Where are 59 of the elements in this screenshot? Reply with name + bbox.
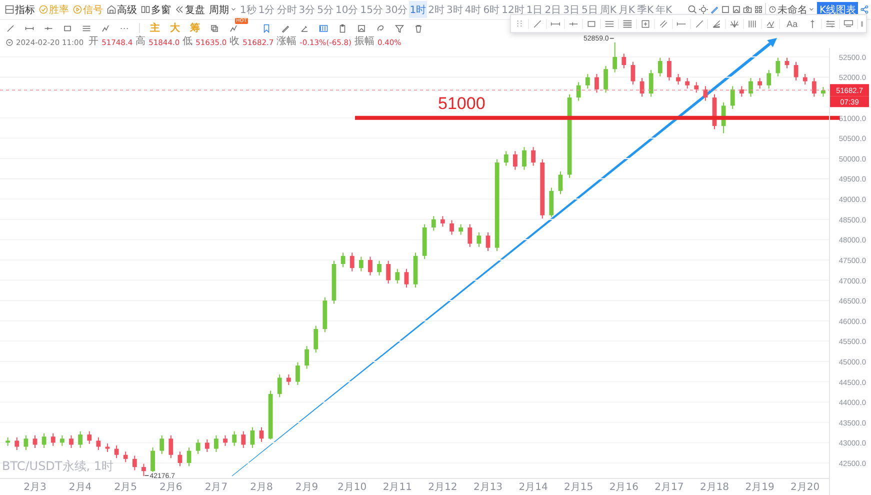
period-tab[interactable]: 周K	[598, 1, 618, 18]
field-label: 振幅	[354, 36, 374, 48]
toolbar-button[interactable]: 信号	[71, 2, 105, 18]
period-dropdown[interactable]: 周期	[207, 2, 239, 18]
date-axis-label: 2月20	[790, 482, 820, 493]
date-axis-label: 2月4	[68, 482, 92, 493]
date-axis-label: 2月14	[518, 482, 548, 493]
period-tab[interactable]: 分时	[276, 1, 298, 18]
period-tab[interactable]: 年K	[654, 1, 674, 18]
period-tab[interactable]: 3分	[298, 1, 316, 18]
date-axis-label: 2月8	[250, 482, 273, 493]
overlay-button[interactable]: 主	[150, 21, 160, 35]
date-axis-label: 2月18	[700, 482, 730, 493]
period-tab[interactable]: 5分	[316, 1, 334, 18]
toolbar-button[interactable]: 复盘	[173, 2, 207, 18]
period-tab[interactable]: 5日	[580, 1, 599, 18]
period-tab[interactable]: 15分	[359, 1, 384, 18]
date-axis-label: 2月15	[564, 482, 594, 493]
period-tab[interactable]: 10分	[334, 1, 360, 18]
date-axis-label: 2月17	[654, 482, 684, 493]
period-tab[interactable]: 季K	[636, 1, 654, 18]
field-label: 涨幅	[276, 36, 297, 48]
period-tab[interactable]: 1分	[257, 1, 276, 18]
date-axis-label: 2月11	[382, 482, 412, 493]
text-tool[interactable]: Aa	[780, 18, 804, 28]
date-axis-label: 2月12	[428, 482, 458, 493]
toolbar-button[interactable]: 胜率	[37, 2, 71, 18]
chart-watermark: BTC/USDT永续, 1时	[2, 459, 114, 473]
date-axis-label: 2月3	[24, 482, 46, 493]
toolbar-button[interactable]: 高级	[105, 2, 139, 18]
period-tab[interactable]: 12时	[500, 1, 526, 18]
period-tab[interactable]: 3时	[445, 1, 464, 18]
period-tab[interactable]: 1秒	[239, 1, 258, 18]
period-tab[interactable]: 2时	[427, 1, 446, 18]
date-axis-label: 2月13	[473, 482, 503, 493]
overlay-button[interactable]: 大	[170, 21, 180, 35]
period-tab[interactable]: 1日	[525, 1, 544, 18]
toolbar-button[interactable]: 多窗	[139, 2, 173, 18]
date-axis-label: 2月16	[609, 482, 638, 493]
period-tab[interactable]: 1时	[408, 1, 428, 18]
period-tab[interactable]: 3日	[562, 1, 580, 18]
overlay-button[interactable]: 筹	[190, 21, 200, 35]
date-axis-label: 2月6	[160, 482, 182, 493]
date-axis-label: 2月9	[295, 482, 318, 493]
period-tab[interactable]: 月K	[617, 1, 636, 18]
date-axis-label: 2月5	[114, 482, 137, 493]
period-tab[interactable]: 30分	[384, 1, 409, 18]
date-axis-label: 2月7	[204, 482, 228, 493]
period-tab[interactable]: 4时	[464, 1, 482, 18]
toolbar-button[interactable]: 指标	[3, 2, 37, 18]
date-axis-label: 2月19	[745, 482, 774, 493]
field-label: 开	[88, 36, 99, 48]
date-axis-label: 2月10	[338, 482, 367, 493]
period-tab[interactable]: 6时	[482, 1, 501, 18]
field-label: 低	[182, 36, 193, 48]
field-label: 高	[136, 36, 146, 48]
price-level-label: 51000	[438, 94, 486, 113]
field-label: 收	[230, 36, 240, 48]
period-tab[interactable]: 2日	[544, 1, 562, 18]
